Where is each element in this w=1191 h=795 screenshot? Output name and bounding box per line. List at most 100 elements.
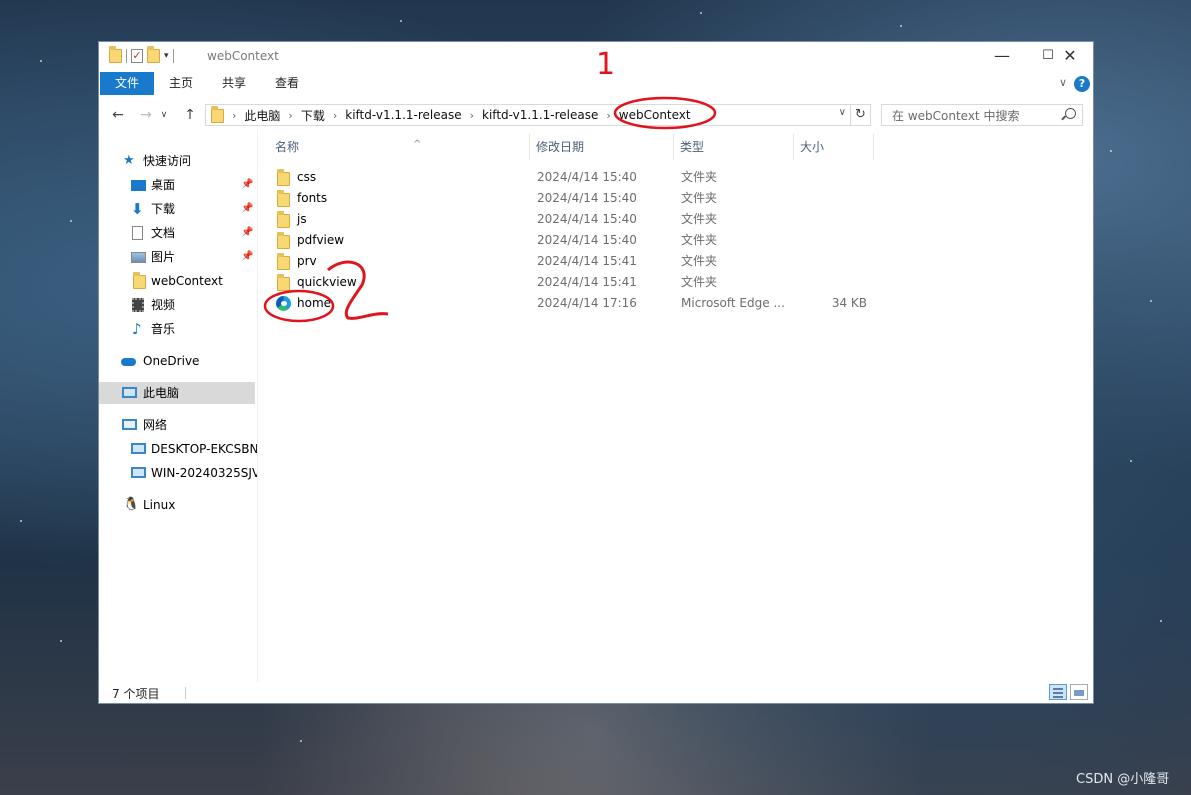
sidebar-item-label: Linux: [143, 498, 176, 512]
sidebar-item-this-pc[interactable]: 此电脑: [99, 382, 255, 404]
chevron-right-icon[interactable]: ›: [470, 109, 474, 122]
item-count: 7 个项目: [112, 687, 160, 701]
forward-arrow-icon[interactable]: →: [135, 104, 157, 126]
file-row-prv[interactable]: prv 2024/4/14 15:41 文件夹: [271, 251, 871, 272]
tab-view[interactable]: 查看: [275, 72, 299, 95]
picture-icon: [131, 252, 146, 263]
sidebar-item-downloads[interactable]: ⬇ 下载 📌: [99, 198, 255, 220]
pin-icon[interactable]: 📌: [241, 198, 253, 220]
file-explorer-window: ✓ ▾ webContext — ☐ ✕ 文件 主页 共享 查看 ∨ ? ← →…: [98, 41, 1094, 704]
navigation-bar: ← → ∨ ↑ › 此电脑 › 下载 › kiftd-v1.1.1-releas…: [99, 100, 1093, 130]
folder-icon: [277, 253, 290, 270]
tab-share[interactable]: 共享: [222, 72, 246, 95]
back-arrow-icon[interactable]: ←: [107, 104, 129, 126]
sidebar-item-label: 桌面: [151, 178, 176, 192]
star-icon: ★: [123, 153, 135, 168]
column-divider[interactable]: [793, 134, 794, 160]
sidebar-item-linux[interactable]: 🐧 Linux: [99, 494, 255, 516]
breadcrumb-kiftd-1[interactable]: kiftd-v1.1.1-release: [345, 108, 461, 122]
file-date: 2024/4/14 15:40: [537, 212, 637, 226]
file-type: 文件夹: [681, 191, 718, 205]
status-bar: 7 个项目: [99, 682, 1093, 704]
sidebar-item-documents[interactable]: 文档 📌: [99, 222, 255, 244]
help-icon[interactable]: ?: [1074, 76, 1090, 92]
pin-icon[interactable]: 📌: [241, 246, 253, 268]
refresh-icon[interactable]: ↻: [851, 104, 871, 126]
sidebar-item-desktop[interactable]: 桌面 📌: [99, 174, 255, 196]
sidebar-item-network-pc[interactable]: WIN-20240325SJV: [99, 462, 257, 484]
column-divider[interactable]: [873, 134, 874, 160]
tab-file[interactable]: 文件: [100, 72, 154, 95]
file-name: prv: [297, 254, 317, 268]
file-list: 名称 ^ 修改日期 类型 大小 css 2024/4/14 15:40 文件夹 …: [259, 130, 1093, 682]
sidebar-item-label: OneDrive: [143, 354, 200, 368]
file-row-pdfview[interactable]: pdfview 2024/4/14 15:40 文件夹: [271, 230, 871, 251]
tab-home[interactable]: 主页: [169, 72, 193, 95]
sidebar-item-onedrive[interactable]: OneDrive: [99, 350, 255, 372]
column-divider[interactable]: [673, 134, 674, 160]
folder-icon: [133, 272, 146, 289]
customize-toolbar-icon[interactable]: ▾: [164, 51, 169, 61]
address-bar[interactable]: › 此电脑 › 下载 › kiftd-v1.1.1-release › kift…: [205, 104, 851, 126]
sidebar-item-webcontext[interactable]: webContext: [99, 270, 255, 292]
column-header-date[interactable]: 修改日期: [536, 134, 584, 160]
file-size: 34 KB: [831, 296, 867, 310]
sidebar-item-label: 图片: [151, 250, 176, 264]
chevron-down-icon[interactable]: ∨: [839, 107, 846, 118]
large-icons-view-icon[interactable]: [1070, 684, 1088, 700]
folder-icon: [211, 106, 224, 123]
folder-icon: [277, 232, 290, 249]
sidebar-item-label: 文档: [151, 226, 176, 240]
breadcrumb-webcontext[interactable]: webContext: [619, 108, 691, 122]
sidebar-item-network-pc[interactable]: DESKTOP-EKCSBN: [99, 438, 257, 460]
file-type: 文件夹: [681, 233, 718, 247]
file-row-quickview[interactable]: quickview 2024/4/14 15:41 文件夹: [271, 272, 871, 293]
column-divider[interactable]: [529, 134, 530, 160]
breadcrumb-kiftd-2[interactable]: kiftd-v1.1.1-release: [482, 108, 598, 122]
sidebar-item-quick-access[interactable]: ★ 快速访问: [99, 150, 255, 172]
computer-icon: [122, 387, 137, 398]
minimize-button[interactable]: —: [979, 42, 1025, 72]
sidebar-item-pictures[interactable]: 图片 📌: [99, 246, 255, 268]
chevron-right-icon[interactable]: ›: [333, 109, 337, 122]
details-view-icon[interactable]: [1049, 684, 1067, 700]
column-header-size[interactable]: 大小: [800, 134, 824, 160]
properties-icon[interactable]: ✓: [131, 49, 143, 63]
computer-icon: [131, 443, 146, 454]
breadcrumb-downloads[interactable]: 下载: [301, 107, 325, 124]
folder-icon: [277, 274, 290, 291]
pin-icon[interactable]: 📌: [241, 174, 253, 196]
file-row-home[interactable]: home 2024/4/14 17:16 Microsoft Edge ... …: [271, 293, 871, 314]
document-icon: [132, 226, 143, 240]
sidebar-item-music[interactable]: ♪ 音乐: [99, 318, 255, 340]
up-arrow-icon[interactable]: ↑: [179, 104, 201, 126]
column-header-name[interactable]: 名称 ^: [275, 134, 421, 160]
breadcrumb-this-pc[interactable]: 此电脑: [244, 107, 280, 124]
file-type: Microsoft Edge ...: [681, 296, 785, 310]
new-folder-icon[interactable]: [147, 46, 160, 63]
sidebar-item-network[interactable]: 网络: [99, 414, 255, 436]
recent-locations-icon[interactable]: ∨: [157, 104, 171, 126]
column-header-type[interactable]: 类型: [680, 134, 704, 160]
chevron-right-icon[interactable]: ›: [288, 109, 292, 122]
chevron-right-icon[interactable]: ›: [232, 109, 236, 122]
sidebar-item-label: 网络: [143, 418, 168, 432]
pin-icon[interactable]: 📌: [241, 222, 253, 244]
search-icon[interactable]: [1065, 108, 1076, 119]
sidebar-item-videos[interactable]: 视频: [99, 294, 255, 316]
expand-ribbon-icon[interactable]: ∨: [1059, 76, 1067, 89]
chevron-right-icon[interactable]: ›: [606, 109, 610, 122]
sidebar-item-label: 此电脑: [143, 386, 180, 400]
divider: [172, 49, 174, 63]
file-type: 文件夹: [681, 212, 718, 226]
close-button[interactable]: ✕: [1047, 42, 1093, 72]
search-input[interactable]: [890, 106, 1064, 126]
divider: [185, 687, 186, 699]
file-row-js[interactable]: js 2024/4/14 15:40 文件夹: [271, 209, 871, 230]
file-row-css[interactable]: css 2024/4/14 15:40 文件夹: [271, 167, 871, 188]
search-box[interactable]: [881, 104, 1083, 126]
quick-access-toolbar: ✓ ▾: [109, 46, 174, 63]
network-icon: [122, 419, 137, 430]
file-name: quickview: [297, 275, 357, 289]
file-row-fonts[interactable]: fonts 2024/4/14 15:40 文件夹: [271, 188, 871, 209]
